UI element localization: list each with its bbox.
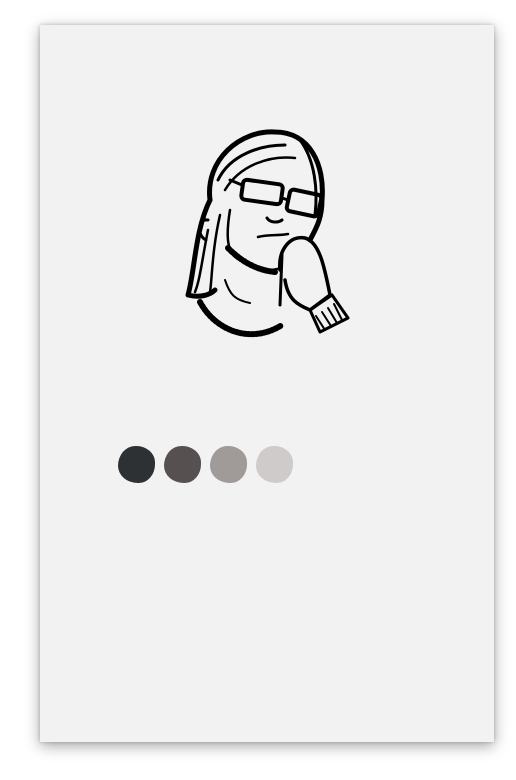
man-thinking-illustration-icon <box>185 129 350 337</box>
color-swatch <box>210 446 247 483</box>
color-palette <box>118 446 293 483</box>
color-swatch <box>118 446 155 483</box>
color-swatch <box>256 446 293 483</box>
color-swatch <box>164 446 201 483</box>
